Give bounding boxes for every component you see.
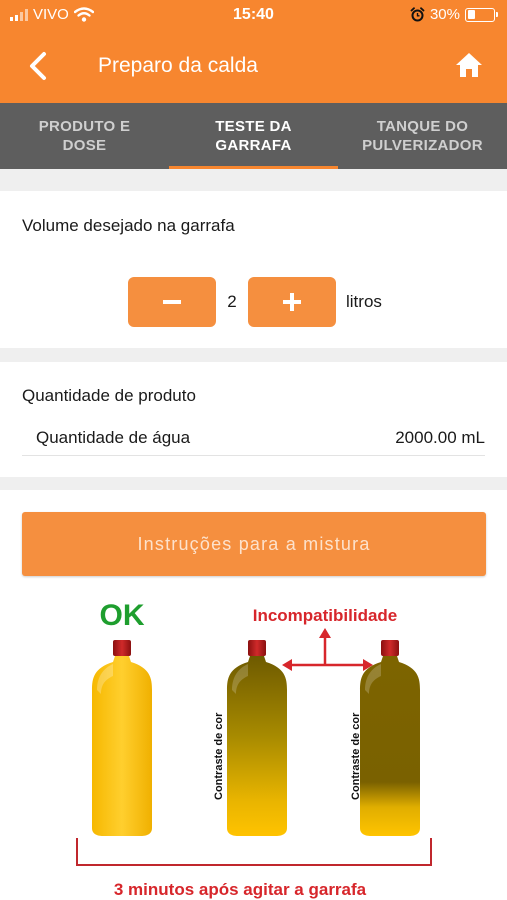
product-quantity-label: Quantidade de produto — [22, 386, 196, 405]
plus-icon — [283, 293, 301, 311]
battery-icon — [465, 7, 498, 22]
alarm-icon — [410, 7, 425, 22]
quantity-card: Quantidade de produto Quantidade de água… — [0, 362, 507, 477]
tab-tanque-do-pulverizador[interactable]: TANQUE DO PULVERIZADOR — [338, 103, 507, 169]
battery-info: 30% — [410, 6, 498, 23]
bottle-gradient — [227, 640, 287, 836]
app-bar: Preparo da calda — [0, 30, 507, 103]
instructions-card: Instruções para a mistura OK Incompatibi… — [0, 490, 507, 900]
status-bar: VIVO 15:40 30% — [0, 0, 507, 30]
time-label: 3 minutos após agitar a garrafa — [114, 880, 367, 899]
water-quantity-label: Quantidade de água — [36, 427, 191, 447]
volume-label: Volume desejado na garrafa — [22, 216, 235, 235]
incompatibility-label: Incompatibilidade — [253, 606, 398, 625]
tab-produto-e-dose[interactable]: PRODUTO E DOSE — [0, 103, 169, 169]
decrement-button[interactable] — [128, 277, 216, 327]
battery-percent: 30% — [429, 6, 460, 23]
ok-label: OK — [100, 599, 145, 632]
tab-teste-da-garrafa[interactable]: TESTE DA GARRAFA — [169, 103, 338, 169]
incompatibility-arrows — [282, 628, 373, 671]
bottle-layered — [360, 640, 420, 836]
mixing-instructions-button[interactable]: Instruções para a mistura — [22, 512, 486, 576]
volume-unit: litros — [346, 292, 382, 311]
volume-value: 2 — [227, 292, 237, 311]
time-bracket — [76, 838, 432, 866]
volume-stepper: 2 litros — [128, 277, 382, 327]
bottle-ok — [92, 640, 152, 836]
tab-bar: PRODUTO E DOSE TESTE DA GARRAFA TANQUE DO P… — [0, 103, 507, 169]
water-quantity-value: 2000.00 mL — [395, 427, 485, 447]
bottle-test-illustration: OK Incompatibilidade Contraste de cor Co… — [76, 599, 432, 899]
water-quantity-row: Quantidade de água 2000.00 mL — [22, 420, 485, 456]
increment-button[interactable] — [248, 277, 336, 327]
minus-icon — [163, 300, 181, 304]
contrast-label-1: Contraste de cor — [213, 712, 225, 800]
contrast-label-2: Contraste de cor — [350, 712, 362, 800]
page-title: Preparo da calda — [98, 54, 258, 77]
home-icon[interactable] — [455, 51, 483, 79]
chevron-left-icon[interactable] — [24, 50, 54, 82]
volume-card: Volume desejado na garrafa 2 litros — [0, 191, 507, 348]
